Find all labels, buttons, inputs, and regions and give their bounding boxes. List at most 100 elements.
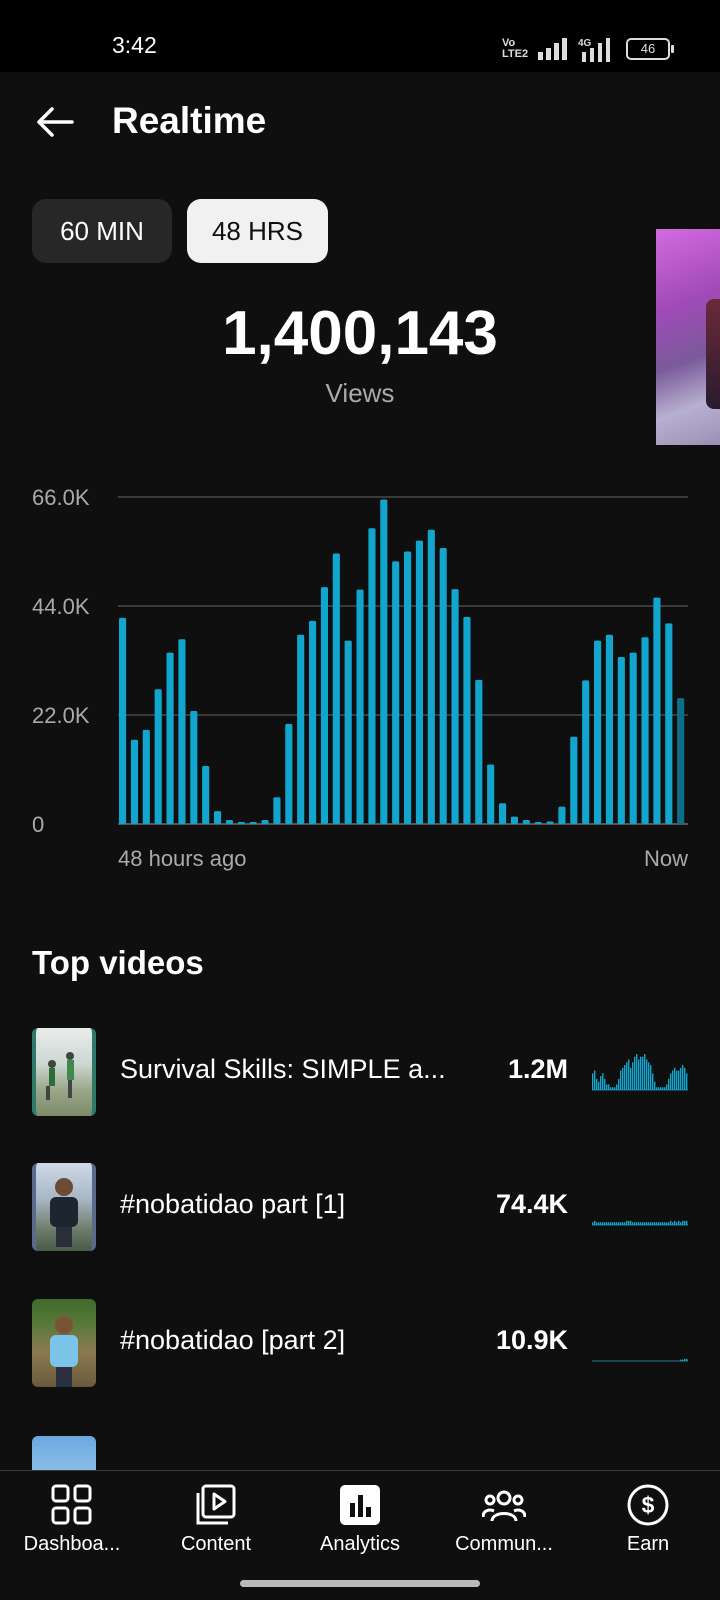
chart-bar[interactable] bbox=[178, 639, 186, 824]
page-title: Realtime bbox=[112, 100, 267, 141]
chart-bar[interactable] bbox=[475, 679, 483, 824]
chart-bar[interactable] bbox=[237, 822, 245, 824]
chart-bar[interactable] bbox=[130, 739, 138, 824]
sparkline-bar bbox=[654, 1081, 656, 1090]
top-video-row[interactable]: #nobatidao [part 2] 10.9K bbox=[0, 1299, 720, 1387]
chart-bar[interactable] bbox=[534, 822, 542, 824]
header: Realtime bbox=[0, 72, 720, 172]
chart-bar[interactable] bbox=[617, 657, 625, 824]
sparkline-bar bbox=[604, 1222, 606, 1225]
sparkline-bar bbox=[624, 1065, 626, 1090]
content-icon bbox=[196, 1484, 236, 1525]
sparkline-bar bbox=[684, 1067, 686, 1090]
chart-bar[interactable] bbox=[261, 820, 269, 824]
top-video-row[interactable]: Survival Skills: SIMPLE a... 1.2M bbox=[0, 1028, 720, 1116]
chart-bar[interactable] bbox=[154, 689, 162, 824]
chart-bar[interactable] bbox=[404, 551, 412, 825]
back-button[interactable] bbox=[32, 98, 80, 146]
sparkline-bar bbox=[668, 1222, 670, 1225]
chart-bar[interactable] bbox=[463, 616, 471, 824]
chart-bar[interactable] bbox=[356, 589, 364, 824]
sparkline-bar bbox=[610, 1087, 612, 1090]
sparkline-bar bbox=[666, 1222, 668, 1225]
nav-label: Dashboa... bbox=[23, 1533, 121, 1555]
sparkline-bar bbox=[592, 1073, 594, 1090]
sparkline-bar bbox=[600, 1222, 602, 1225]
gesture-handle[interactable] bbox=[240, 1580, 480, 1587]
sparkline-bar bbox=[596, 1078, 598, 1090]
chart-bar[interactable] bbox=[487, 764, 495, 824]
chart-bar[interactable] bbox=[451, 589, 459, 824]
chart-bar[interactable] bbox=[427, 529, 435, 824]
chart-bar[interactable] bbox=[629, 652, 637, 824]
chart-bar[interactable] bbox=[332, 553, 340, 824]
chart-bar[interactable] bbox=[249, 822, 257, 824]
chart-bar[interactable] bbox=[273, 797, 281, 824]
top-video-row-partial[interactable] bbox=[0, 1436, 720, 1470]
sparkline-bar bbox=[614, 1222, 616, 1225]
chart-bar[interactable] bbox=[558, 806, 566, 824]
nav-dashboard[interactable]: Dashboa... bbox=[0, 1471, 144, 1569]
chart-bar[interactable] bbox=[499, 803, 507, 824]
sparkline-bar bbox=[642, 1056, 644, 1090]
views-bar-chart: 0 22.0K 44.0K 66.0K 48 hours ago Now bbox=[32, 485, 688, 871]
chart-bar[interactable] bbox=[677, 698, 685, 824]
chart-bar[interactable] bbox=[214, 811, 222, 824]
sparkline-bar bbox=[672, 1070, 674, 1090]
chart-bar[interactable] bbox=[225, 820, 233, 824]
chart-bar[interactable] bbox=[439, 548, 447, 824]
sparkline-bar bbox=[606, 1084, 608, 1090]
chart-bar[interactable] bbox=[570, 736, 578, 824]
chart-bar[interactable] bbox=[142, 729, 150, 824]
chart-bar[interactable] bbox=[522, 820, 530, 824]
y-tick-label: 66.0K bbox=[32, 485, 90, 510]
y-tick-label: 44.0K bbox=[32, 594, 90, 619]
top-video-row[interactable]: #nobatidao part [1] 74.4K bbox=[0, 1163, 720, 1251]
chart-bar[interactable] bbox=[653, 597, 661, 824]
sparkline-bar bbox=[654, 1222, 656, 1225]
sparkline-bar bbox=[680, 1222, 682, 1225]
sparkline-bar bbox=[598, 1222, 600, 1225]
video-thumbnail-preview[interactable] bbox=[656, 229, 720, 445]
chart-bar[interactable] bbox=[344, 640, 352, 824]
sparkline-bar bbox=[676, 1070, 678, 1090]
nav-community[interactable]: Commun... bbox=[432, 1471, 576, 1569]
chart-bar[interactable] bbox=[415, 540, 423, 824]
chart-bar[interactable] bbox=[641, 637, 649, 824]
chart-bar[interactable] bbox=[202, 766, 210, 824]
video-thumbnail bbox=[32, 1299, 96, 1387]
chart-bar[interactable] bbox=[119, 617, 127, 824]
sparkline-bar bbox=[618, 1222, 620, 1225]
sparkline-bar bbox=[606, 1222, 608, 1225]
svg-text:$: $ bbox=[642, 1492, 655, 1518]
sparkline-bar bbox=[656, 1222, 658, 1225]
nav-earn[interactable]: $ Earn bbox=[576, 1471, 720, 1569]
chart-bar[interactable] bbox=[190, 711, 198, 824]
chart-bar[interactable] bbox=[368, 528, 376, 824]
tab-60-min[interactable]: 60 MIN bbox=[32, 199, 172, 263]
chart-bar[interactable] bbox=[380, 499, 388, 824]
nav-content[interactable]: Content bbox=[144, 1471, 288, 1569]
tab-48-hrs[interactable]: 48 HRS bbox=[187, 199, 328, 263]
chart-bar[interactable] bbox=[594, 640, 602, 824]
sparkline-bar bbox=[640, 1222, 642, 1225]
nav-analytics[interactable]: Analytics bbox=[288, 1471, 432, 1569]
sparkline-bar bbox=[668, 1078, 670, 1090]
sparkline-bar bbox=[644, 1222, 646, 1225]
chart-bar[interactable] bbox=[285, 723, 293, 824]
dashboard-icon bbox=[51, 1484, 92, 1525]
chart-bar[interactable] bbox=[320, 587, 328, 824]
video-thumbnail bbox=[32, 1028, 96, 1116]
sparkline-bar bbox=[680, 1067, 682, 1090]
chart-bar[interactable] bbox=[392, 561, 400, 824]
chart-bar[interactable] bbox=[309, 620, 317, 824]
chart-bar[interactable] bbox=[605, 634, 613, 824]
chart-bar[interactable] bbox=[166, 652, 174, 824]
chart-bar[interactable] bbox=[582, 680, 590, 824]
chart-bar[interactable] bbox=[297, 634, 305, 824]
chart-bar[interactable] bbox=[510, 816, 518, 824]
sparkline-bar bbox=[624, 1222, 626, 1225]
sparkline-bar bbox=[682, 1065, 684, 1090]
chart-bar[interactable] bbox=[665, 623, 673, 824]
chart-bar[interactable] bbox=[546, 821, 554, 824]
